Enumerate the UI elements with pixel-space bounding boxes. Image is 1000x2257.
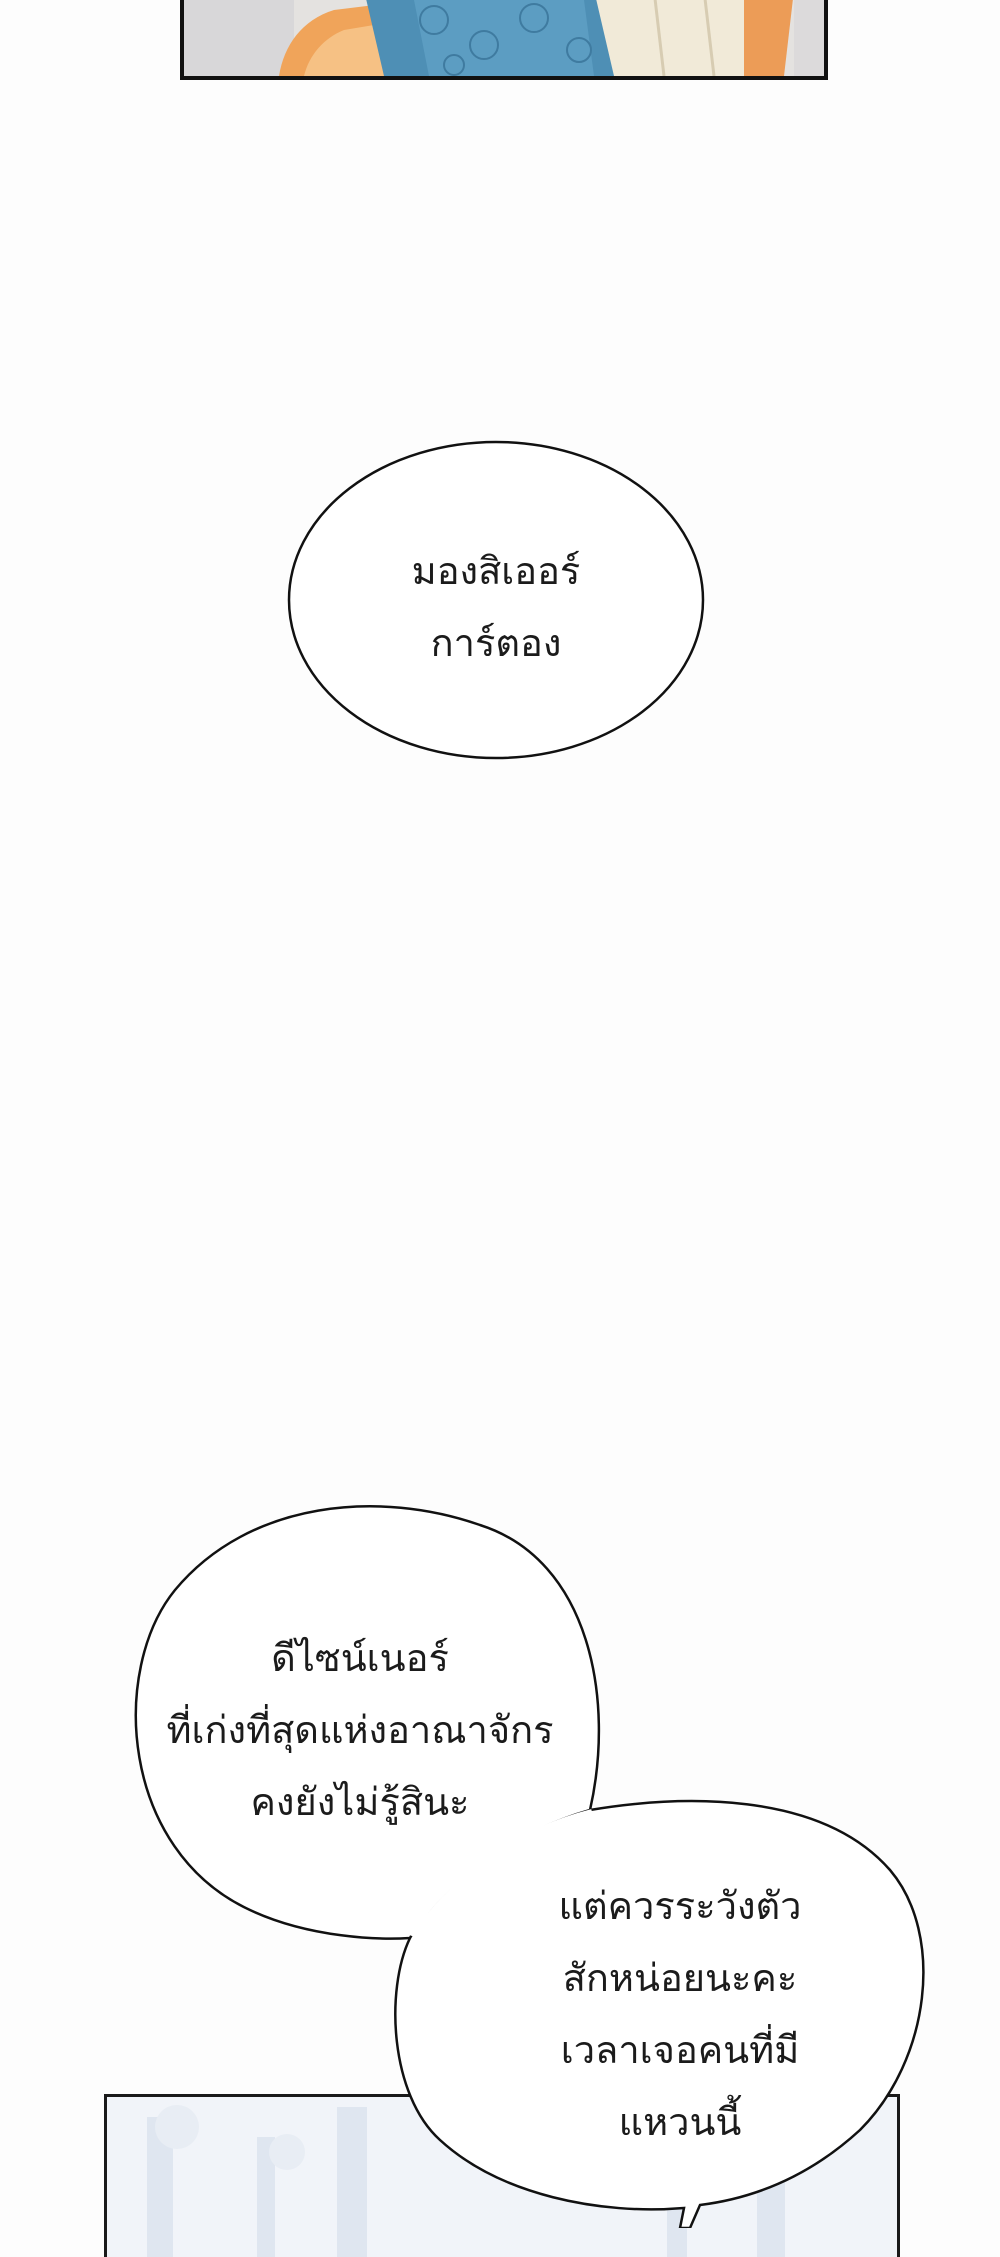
second-bubble-line-2: ที่เก่งที่สุดแห่งอาณาจักร (166, 1708, 554, 1752)
third-bubble-line-2: สักหน่อยนะคะ (562, 1956, 798, 2000)
first-bubble-text: มองสิเออร์ การ์ตอง (346, 535, 646, 679)
second-bubble-text: ดีไซน์เนอร์ ที่เก่งที่สุดแห่งอาณาจักร คง… (150, 1622, 570, 1838)
third-bubble-line-1: แต่ควรระวังตัว (558, 1884, 802, 1928)
first-bubble-line-2: การ์ตอง (430, 621, 562, 665)
second-bubble-line-1: ดีไซน์เนอร์ (271, 1636, 449, 1680)
third-bubble-text: แต่ควรระวังตัว สักหน่อยนะคะ เวลาเจอคนที่… (520, 1870, 840, 2158)
third-bubble-line-4: แหวนนี้ (618, 2100, 742, 2144)
speech-bubble-layer (134, 440, 925, 2228)
third-bubble-line-3: เวลาเจอคนที่มี (560, 2028, 800, 2072)
second-bubble-line-3: คงยังไม่รู้สินะ (250, 1780, 470, 1824)
first-bubble-line-1: มองสิเออร์ (411, 549, 581, 593)
